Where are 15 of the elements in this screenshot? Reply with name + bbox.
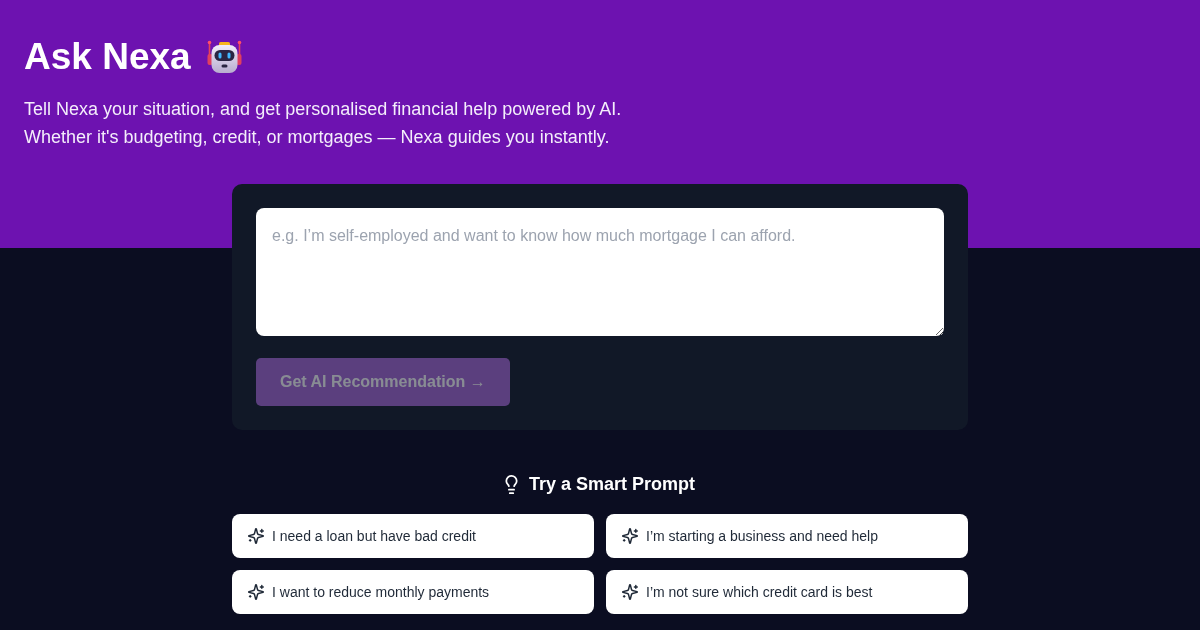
intro-text: Whether it's budgeting, credit, or mortgages — Nexa guides you instantly. bbox=[24, 126, 610, 149]
query-input[interactable]: e.g. I’m self-employed and want to know how much mortgage I can afford. bbox=[256, 208, 944, 336]
sparkles-icon bbox=[622, 528, 638, 544]
prompt-button[interactable]: I want to reduce monthly payments bbox=[232, 570, 594, 614]
lightbulb-icon bbox=[504, 474, 518, 494]
sparkles-icon bbox=[248, 584, 264, 600]
prompt-button[interactable]: I’m starting a business and need help bbox=[606, 514, 968, 558]
prompt-button[interactable]: I need a loan but have bad credit bbox=[232, 514, 594, 558]
prompt-button[interactable]: I’m not sure which credit card is best bbox=[606, 570, 968, 614]
robot-icon bbox=[205, 40, 243, 74]
sparkles-icon bbox=[248, 528, 264, 544]
section-heading: Try a Smart Prompt bbox=[528, 473, 696, 496]
page-title: Ask Nexa bbox=[24, 35, 191, 79]
intro-text: Tell Nexa your situation, and get personalised financial help powered by AI. bbox=[24, 98, 622, 121]
sparkles-icon bbox=[622, 584, 638, 600]
